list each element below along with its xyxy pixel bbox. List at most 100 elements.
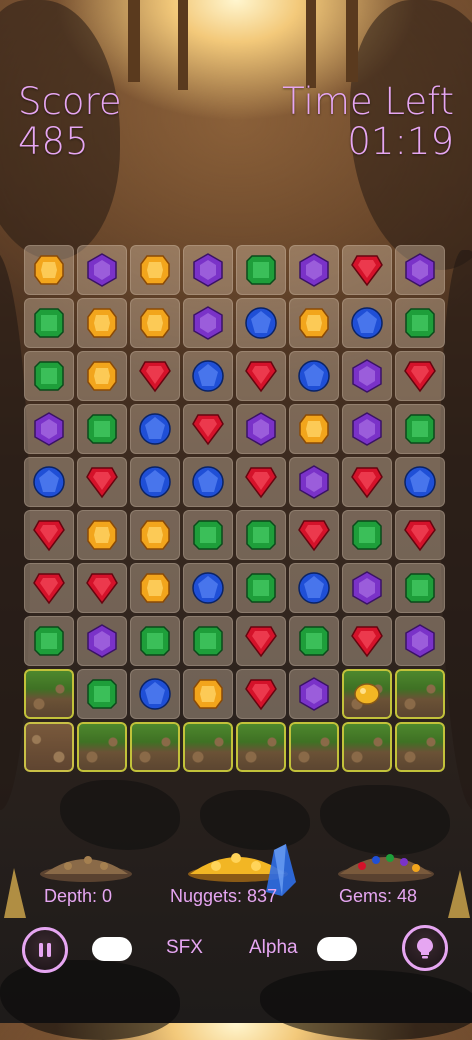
gem-tile-yellow[interactable] (77, 510, 127, 560)
sfx-toggle[interactable] (92, 937, 132, 961)
yellow-gem-icon (299, 414, 329, 444)
red-gem-icon (351, 626, 383, 658)
wooden-beam (306, 0, 316, 88)
gem-tile-red[interactable] (342, 245, 392, 295)
gem-tile-green[interactable] (130, 616, 180, 666)
gem-tile-blue[interactable] (183, 457, 233, 507)
gem-tile-blue[interactable] (289, 351, 339, 401)
blue-gem-icon (298, 572, 330, 604)
gem-tile-purple[interactable] (24, 404, 74, 454)
gem-tile-red[interactable] (236, 669, 286, 719)
red-gem-icon (351, 467, 383, 499)
alpha-toggle[interactable] (317, 937, 357, 961)
gem-tile-purple[interactable] (289, 457, 339, 507)
gem-tile-purple[interactable] (395, 616, 445, 666)
gem-tile-yellow[interactable] (130, 563, 180, 613)
gem-tile-red[interactable] (236, 351, 286, 401)
dirt-tile[interactable] (289, 722, 339, 772)
gem-tile-green[interactable] (77, 669, 127, 719)
pause-button[interactable] (22, 927, 68, 973)
gem-tile-blue[interactable] (342, 298, 392, 348)
gem-tile-blue[interactable] (130, 457, 180, 507)
gem-tile-blue[interactable] (183, 563, 233, 613)
gem-tile-blue[interactable] (395, 457, 445, 507)
controls-bar: SFX Alpha (0, 925, 472, 975)
gem-tile-red[interactable] (77, 563, 127, 613)
dirt-tile[interactable] (395, 722, 445, 772)
dirt-tile[interactable] (395, 669, 445, 719)
gem-tile-yellow[interactable] (130, 245, 180, 295)
gem-tile-yellow[interactable] (183, 669, 233, 719)
blue-gem-icon (139, 678, 171, 710)
soil-tile[interactable] (24, 722, 74, 772)
gem-tile-red[interactable] (395, 351, 445, 401)
gem-tile-green[interactable] (236, 563, 286, 613)
gem-tile-blue[interactable] (130, 669, 180, 719)
green-gem-icon (193, 520, 223, 550)
gem-tile-purple[interactable] (236, 404, 286, 454)
gem-tile-red[interactable] (24, 563, 74, 613)
gem-tile-green[interactable] (395, 404, 445, 454)
gem-tile-purple[interactable] (342, 563, 392, 613)
gem-tile-green[interactable] (24, 298, 74, 348)
gem-tile-red[interactable] (395, 510, 445, 560)
gem-tile-purple[interactable] (289, 245, 339, 295)
yellow-gem-icon (140, 308, 170, 338)
gem-tile-green[interactable] (342, 510, 392, 560)
gem-tile-purple[interactable] (395, 245, 445, 295)
gem-tile-purple[interactable] (342, 351, 392, 401)
gem-tile-yellow[interactable] (77, 351, 127, 401)
gem-tile-red[interactable] (77, 457, 127, 507)
gem-tile-blue[interactable] (289, 563, 339, 613)
gem-tile-red[interactable] (24, 510, 74, 560)
gem-tile-purple[interactable] (183, 298, 233, 348)
gem-tile-green[interactable] (236, 245, 286, 295)
gem-tile-purple[interactable] (183, 245, 233, 295)
red-gem-icon (404, 520, 436, 552)
dirt-tile-nugget[interactable] (342, 669, 392, 719)
red-gem-icon (86, 467, 118, 499)
gem-tile-blue[interactable] (236, 298, 286, 348)
gem-tile-red[interactable] (236, 616, 286, 666)
gem-tile-yellow[interactable] (289, 298, 339, 348)
dirt-tile[interactable] (130, 722, 180, 772)
gem-tile-red[interactable] (289, 510, 339, 560)
gem-tile-green[interactable] (24, 616, 74, 666)
gem-tile-yellow[interactable] (77, 298, 127, 348)
purple-gem-icon (352, 571, 382, 605)
dirt-tile[interactable] (77, 722, 127, 772)
gem-tile-purple[interactable] (77, 616, 127, 666)
gem-tile-purple[interactable] (77, 245, 127, 295)
gem-tile-green[interactable] (289, 616, 339, 666)
gem-tile-yellow[interactable] (130, 298, 180, 348)
gem-tile-green[interactable] (183, 510, 233, 560)
gem-tile-purple[interactable] (289, 669, 339, 719)
gem-tile-blue[interactable] (130, 404, 180, 454)
dirt-tile[interactable] (183, 722, 233, 772)
hint-button[interactable] (402, 925, 448, 971)
gem-tile-green[interactable] (24, 351, 74, 401)
gem-tile-red[interactable] (130, 351, 180, 401)
gem-tile-red[interactable] (183, 404, 233, 454)
gem-tile-green[interactable] (77, 404, 127, 454)
green-gem-icon (193, 626, 223, 656)
green-gem-icon (34, 361, 64, 391)
gem-tile-green[interactable] (183, 616, 233, 666)
gem-tile-blue[interactable] (24, 457, 74, 507)
gem-tile-yellow[interactable] (130, 510, 180, 560)
gem-tile-red[interactable] (236, 457, 286, 507)
gem-tile-green[interactable] (395, 298, 445, 348)
gem-tile-green[interactable] (236, 510, 286, 560)
dirt-tile[interactable] (236, 722, 286, 772)
dirt-tile[interactable] (24, 669, 74, 719)
gem-tile-red[interactable] (342, 616, 392, 666)
red-gem-icon (86, 573, 118, 605)
dirt-tile[interactable] (342, 722, 392, 772)
gem-tile-purple[interactable] (342, 404, 392, 454)
gem-tile-yellow[interactable] (24, 245, 74, 295)
gem-tile-red[interactable] (342, 457, 392, 507)
gem-tile-blue[interactable] (183, 351, 233, 401)
gem-tile-yellow[interactable] (289, 404, 339, 454)
purple-gem-icon (87, 253, 117, 287)
gem-tile-green[interactable] (395, 563, 445, 613)
